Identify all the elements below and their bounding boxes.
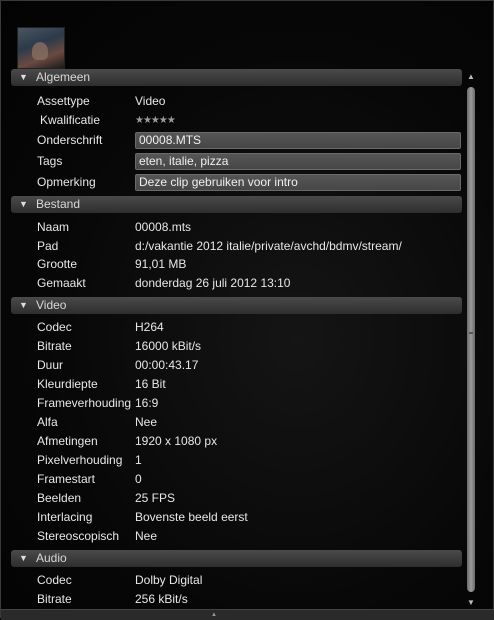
property-row-opmerking: Opmerking Deze clip gebruiken voor intro xyxy=(11,173,463,192)
property-value: 91,01 MB xyxy=(135,257,187,271)
section-header-audio[interactable]: ▼ Audio xyxy=(11,550,462,567)
caption-field[interactable]: 00008.MTS xyxy=(135,132,461,149)
property-row-duur: Duur 00:00:43.17 xyxy=(11,356,463,375)
property-row-bitrate: Bitrate 16000 kBit/s xyxy=(11,337,463,356)
property-row-grootte: Grootte 91,01 MB xyxy=(11,255,463,274)
property-label: Framestart xyxy=(37,472,96,486)
property-label: Bitrate xyxy=(37,592,72,606)
arrow-down-icon[interactable]: ▼ xyxy=(465,597,477,609)
section-title: Algemeen xyxy=(36,70,91,84)
property-label: Frameverhouding xyxy=(37,396,132,410)
comment-field[interactable]: Deze clip gebruiken voor intro xyxy=(135,174,461,191)
property-value: 25 FPS xyxy=(135,491,176,505)
property-label: Codec xyxy=(37,320,72,334)
property-value: 00:00:43.17 xyxy=(135,358,199,372)
property-label: Beelden xyxy=(37,491,82,505)
property-label: Naam xyxy=(37,220,70,234)
property-value: 16:9 xyxy=(135,396,159,410)
property-row-kleurdiepte: Kleurdiepte 16 Bit xyxy=(11,375,463,394)
property-row-interlacing: Interlacing Bovenste beeld eerst xyxy=(11,508,463,527)
property-label: Stereoscopisch xyxy=(37,529,120,543)
clip-thumbnail[interactable] xyxy=(17,27,65,69)
section-title: Audio xyxy=(36,551,67,565)
rating-stars[interactable]: ★★★★★ xyxy=(135,111,176,130)
property-label: Afmetingen xyxy=(37,434,98,448)
property-label: Alfa xyxy=(37,415,58,429)
property-row-afmetingen: Afmetingen 1920 x 1080 px xyxy=(11,432,463,451)
property-row-beelden: Beelden 25 FPS xyxy=(11,489,463,508)
collapse-triangle-icon[interactable]: ▼ xyxy=(19,69,28,86)
property-value: 16000 kBit/s xyxy=(135,339,202,353)
tags-field[interactable]: eten, italie, pizza xyxy=(135,153,461,170)
property-label: Duur xyxy=(37,358,64,372)
property-label: Assettype xyxy=(37,94,90,108)
thumbnail-figure xyxy=(32,42,48,60)
vertical-scrollbar[interactable]: ▲ ▼ xyxy=(465,71,477,611)
property-label: Opmerking xyxy=(37,175,96,189)
property-value: H264 xyxy=(135,320,164,334)
property-label: Kwalificatie xyxy=(40,113,101,127)
property-row-audio-bitrate: Bitrate 256 kBit/s xyxy=(11,590,463,609)
property-label: Pixelverhouding xyxy=(37,453,123,467)
property-label: Interlacing xyxy=(37,510,93,524)
property-row-alfa: Alfa Nee xyxy=(11,413,463,432)
property-row-tags: Tags eten, italie, pizza xyxy=(11,152,463,171)
property-row-stereoscopisch: Stereoscopisch Nee xyxy=(11,527,463,546)
property-label: Codec xyxy=(37,573,72,587)
resize-grip-icon[interactable]: ▲ xyxy=(211,612,217,618)
section-header-video[interactable]: ▼ Video xyxy=(11,297,462,314)
scrollbar-thumb[interactable] xyxy=(467,87,475,592)
collapse-triangle-icon[interactable]: ▼ xyxy=(19,297,28,314)
property-value: donderdag 26 juli 2012 13:10 xyxy=(135,276,291,290)
property-row-gemaakt: Gemaakt donderdag 26 juli 2012 13:10 xyxy=(11,274,463,293)
collapse-triangle-icon[interactable]: ▼ xyxy=(19,550,28,567)
property-value: 1920 x 1080 px xyxy=(135,434,218,448)
property-row-pad: Pad d:/vakantie 2012 italie/private/avch… xyxy=(11,237,463,256)
property-row-framestart: Framestart 0 xyxy=(11,470,463,489)
property-label: Gemaakt xyxy=(37,276,86,290)
resize-bar[interactable]: ▲ xyxy=(1,609,494,620)
section-header-bestand[interactable]: ▼ Bestand xyxy=(11,196,462,213)
property-value: 1 xyxy=(135,453,142,467)
property-value: Bovenste beeld eerst xyxy=(135,510,248,524)
property-row-naam: Naam 00008.mts xyxy=(11,218,463,237)
properties-window: ▼ Algemeen Assettype Video Kwalificatie … xyxy=(0,0,494,620)
property-row-codec: Codec H264 xyxy=(11,318,463,337)
property-value: 256 kBit/s xyxy=(135,592,188,606)
property-value: 16 Bit xyxy=(135,377,166,391)
property-row-kwalificatie: Kwalificatie ★★★★★ xyxy=(11,111,463,130)
property-label: Tags xyxy=(37,154,63,168)
property-row-frameverhouding: Frameverhouding 16:9 xyxy=(11,394,463,413)
property-row-pixelverhouding: Pixelverhouding 1 xyxy=(11,451,463,470)
property-value: Nee xyxy=(135,529,158,543)
property-label: Pad xyxy=(37,239,59,253)
collapse-triangle-icon[interactable]: ▼ xyxy=(19,196,28,213)
property-value: 00008.mts xyxy=(135,220,192,234)
property-row-onderschrift: Onderschrift 00008.MTS xyxy=(11,131,463,150)
scrollbar-grip xyxy=(469,332,473,334)
property-label: Onderschrift xyxy=(37,133,103,147)
arrow-up-icon[interactable]: ▲ xyxy=(465,71,477,83)
property-label: Grootte xyxy=(37,257,78,271)
property-value: Dolby Digital xyxy=(135,573,203,587)
property-row-audio-codec: Codec Dolby Digital xyxy=(11,571,463,590)
section-title: Video xyxy=(36,298,67,312)
property-label: Bitrate xyxy=(37,339,72,353)
property-label: Kleurdiepte xyxy=(37,377,98,391)
property-value: Nee xyxy=(135,415,158,429)
property-value: Video xyxy=(135,94,166,108)
section-title: Bestand xyxy=(36,197,81,211)
section-header-algemeen[interactable]: ▼ Algemeen xyxy=(11,69,462,86)
property-value: d:/vakantie 2012 italie/private/avchd/bd… xyxy=(135,239,402,253)
property-row-assettype: Assettype Video xyxy=(11,92,463,111)
property-value: 0 xyxy=(135,472,142,486)
